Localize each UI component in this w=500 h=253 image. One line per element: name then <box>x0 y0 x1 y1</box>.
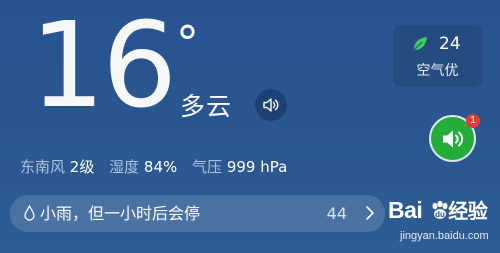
weather-condition: 多云 <box>180 92 233 121</box>
humidity-value: 84% <box>143 158 178 176</box>
air-quality-card[interactable]: 24 空气优 <box>393 25 482 87</box>
forecast-count: 44 <box>326 204 347 223</box>
watermark-url: jingyan.baidu.com <box>400 230 489 242</box>
forecast-text: 小雨，但一小时后会停 <box>40 204 201 223</box>
air-quality-label: 空气优 <box>416 63 459 79</box>
watermark-logo: Bai 经验 <box>388 195 488 224</box>
temperature: 16 <box>30 6 177 124</box>
watermark-logo-suffix: 经验 <box>448 201 488 223</box>
baidu-watermark: du Bai 经验 jingyan.baidu.com <box>384 192 500 253</box>
temperature-value: 16 <box>30 0 177 134</box>
pressure-label: 气压 <box>192 158 223 176</box>
degree-symbol: ° <box>176 16 199 70</box>
wind-label: 东南风 <box>20 158 66 176</box>
air-quality-value: 24 <box>439 34 461 54</box>
watermark-logo-text: Bai <box>388 197 423 223</box>
chevron-right-icon <box>366 206 374 220</box>
speaker-icon <box>442 130 463 147</box>
notification-badge: 1 <box>466 114 480 128</box>
leaf-icon <box>413 37 427 51</box>
speaker-icon <box>263 98 279 112</box>
pressure-value: 999 hPa <box>226 158 288 176</box>
rain-forecast-bar[interactable]: 小雨，但一小时后会停 44 <box>10 195 385 232</box>
weather-details: 东南风 2级 湿度 84% 气压 999 hPa <box>20 156 287 178</box>
raindrop-icon <box>24 205 35 221</box>
humidity-label: 湿度 <box>109 158 140 176</box>
wind-value: 2级 <box>69 158 95 176</box>
speak-weather-button[interactable] <box>255 89 287 121</box>
